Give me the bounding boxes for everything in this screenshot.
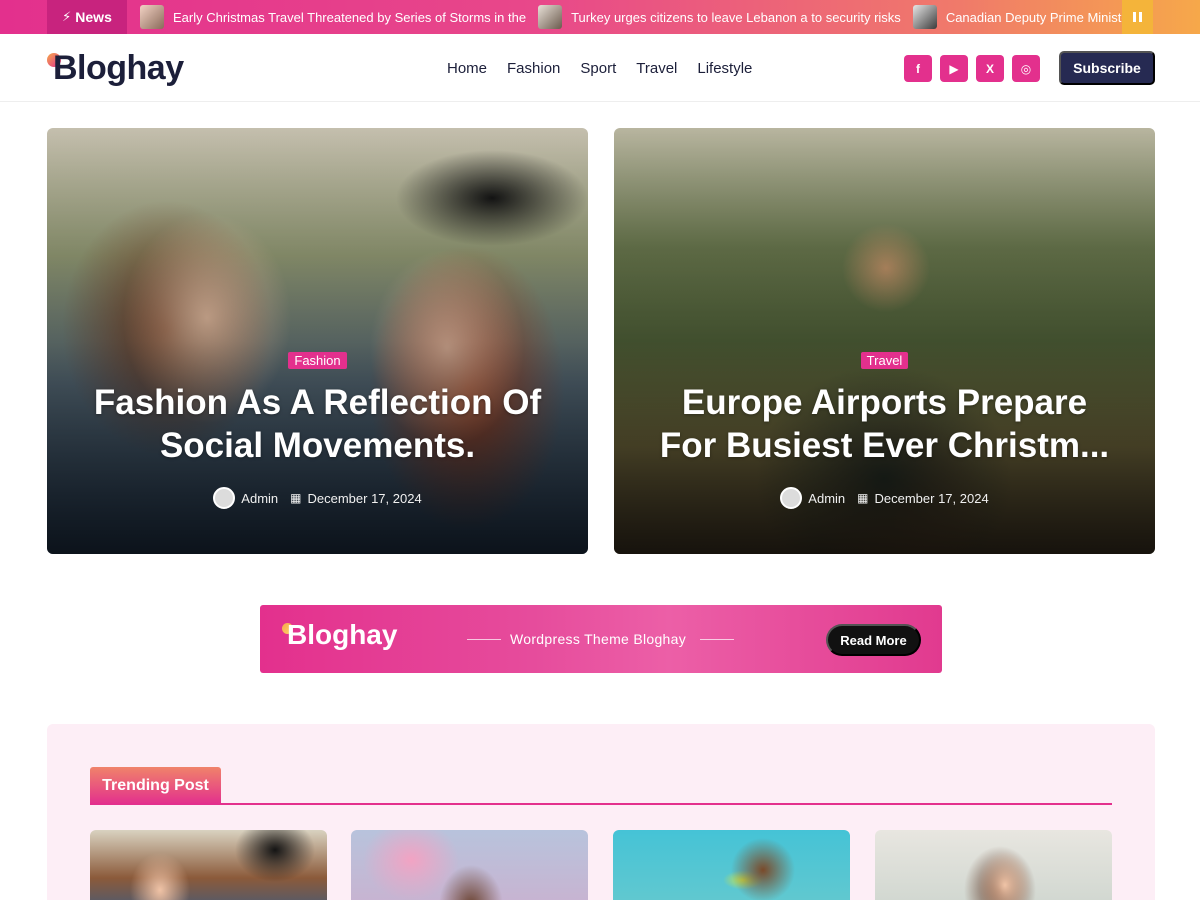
ticker-pause-button[interactable] bbox=[1122, 0, 1153, 34]
hero-title[interactable]: Europe Airports Prepare For Busiest Ever… bbox=[614, 381, 1155, 467]
banner-logo-text: Bloghay bbox=[287, 619, 398, 650]
ticker-item-text: Early Christmas Travel Threatened by Ser… bbox=[173, 9, 527, 25]
post-date: December 17, 2024 bbox=[307, 490, 422, 506]
avatar bbox=[780, 487, 803, 509]
main-nav: Home Fashion Sport Travel Lifestyle bbox=[447, 34, 772, 102]
lightning-icon: ⚡ bbox=[62, 9, 72, 24]
trending-card-image[interactable] bbox=[351, 830, 588, 900]
divider bbox=[90, 803, 1112, 805]
post-meta: Admin ▦ December 17, 2024 bbox=[614, 487, 1155, 509]
pause-icon bbox=[1133, 12, 1136, 22]
site-logo[interactable]: Bloghay bbox=[47, 48, 184, 88]
ticker-item-text: Canadian Deputy Prime Minister bbox=[945, 9, 1122, 25]
category-badge[interactable]: Travel bbox=[860, 352, 909, 369]
trending-card-image[interactable] bbox=[875, 830, 1112, 900]
nav-item-lifestyle[interactable]: Lifestyle bbox=[697, 60, 752, 77]
x-icon[interactable]: X bbox=[976, 55, 1004, 82]
news-badge: ⚡ News bbox=[47, 0, 127, 34]
hero-content: Travel Europe Airports Prepare For Busie… bbox=[614, 352, 1155, 509]
nav-item-travel[interactable]: Travel bbox=[636, 60, 677, 77]
category-badge[interactable]: Fashion bbox=[288, 352, 347, 369]
banner-tagline: Wordpress Theme Bloghay bbox=[510, 631, 687, 647]
news-badge-label: News bbox=[75, 9, 112, 25]
logo-text: Bloghay bbox=[53, 48, 184, 87]
divider bbox=[700, 639, 734, 640]
site-header: Bloghay Home Fashion Sport Travel Lifest… bbox=[0, 34, 1200, 102]
nav-item-sport[interactable]: Sport bbox=[580, 60, 616, 77]
nav-item-fashion[interactable]: Fashion bbox=[507, 60, 560, 77]
ticker-item[interactable]: Early Christmas Travel Threatened by Ser… bbox=[140, 0, 526, 34]
trending-section: Trending Post bbox=[47, 724, 1155, 900]
post-author[interactable]: Admin bbox=[808, 491, 845, 506]
hero-card[interactable]: Travel Europe Airports Prepare For Busie… bbox=[614, 128, 1155, 554]
ticker-thumbnail bbox=[140, 5, 164, 29]
hero-card[interactable]: Fashion Fashion As A Reflection Of Socia… bbox=[47, 128, 588, 554]
avatar bbox=[213, 487, 236, 509]
trending-card-image[interactable] bbox=[613, 830, 850, 900]
section-title: Trending Post bbox=[90, 767, 221, 804]
ticker-track: Early Christmas Travel Threatened by Ser… bbox=[140, 0, 1122, 34]
nav-item-home[interactable]: Home bbox=[447, 60, 487, 77]
facebook-icon[interactable]: f bbox=[904, 55, 932, 82]
ticker-item-text: Turkey urges citizens to leave Lebanon a… bbox=[571, 9, 901, 25]
post-meta: Admin ▦ December 17, 2024 bbox=[47, 487, 588, 509]
banner-logo: Bloghay bbox=[282, 619, 397, 651]
ticker-thumbnail bbox=[538, 5, 563, 29]
youtube-icon[interactable]: ▶ bbox=[940, 55, 968, 82]
instagram-icon[interactable]: ◎ bbox=[1012, 55, 1040, 82]
ticker-item[interactable]: Turkey urges citizens to leave Lebanon a… bbox=[538, 0, 901, 34]
calendar-icon: ▦ bbox=[290, 491, 302, 505]
ticker-thumbnail bbox=[912, 5, 937, 29]
hero-title[interactable]: Fashion As A Reflection Of Social Moveme… bbox=[47, 381, 588, 467]
post-date: December 17, 2024 bbox=[874, 490, 989, 506]
divider bbox=[467, 639, 501, 640]
promo-banner[interactable]: Bloghay Wordpress Theme Bloghay Read Mor… bbox=[260, 605, 942, 673]
social-links: f ▶ X ◎ bbox=[904, 55, 1040, 82]
hero-content: Fashion Fashion As A Reflection Of Socia… bbox=[47, 352, 588, 509]
calendar-icon: ▦ bbox=[857, 491, 869, 505]
post-author[interactable]: Admin bbox=[241, 491, 278, 506]
news-ticker: ⚡ News Early Christmas Travel Threatened… bbox=[0, 0, 1200, 34]
ticker-item[interactable]: Canadian Deputy Prime Minister bbox=[912, 0, 1122, 34]
read-more-button[interactable]: Read More bbox=[826, 624, 921, 656]
trending-card-image[interactable] bbox=[90, 830, 327, 900]
subscribe-button[interactable]: Subscribe bbox=[1059, 51, 1155, 85]
